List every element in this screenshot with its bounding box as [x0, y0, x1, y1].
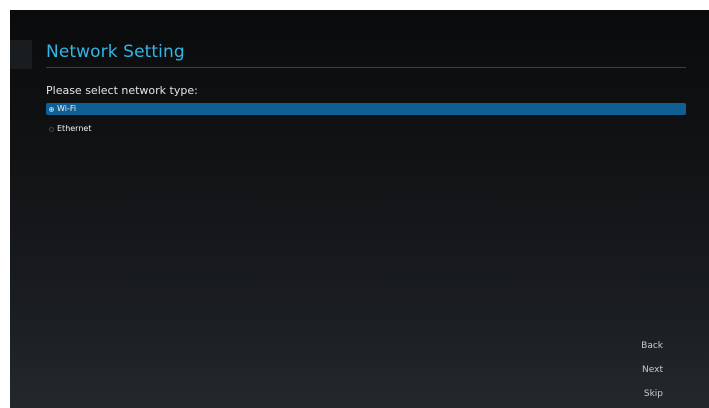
- side-tab-strip: [10, 40, 32, 69]
- page-title: Network Setting: [46, 42, 185, 62]
- next-button[interactable]: Next: [642, 364, 663, 376]
- title-divider: [46, 67, 686, 68]
- radio-unselected-icon[interactable]: [49, 126, 54, 132]
- skip-button[interactable]: Skip: [644, 388, 663, 400]
- option-wifi[interactable]: Wi-Fi: [46, 103, 686, 115]
- radio-selected-icon[interactable]: [49, 106, 54, 112]
- network-type-prompt: Please select network type:: [46, 84, 198, 97]
- option-ethernet[interactable]: Ethernet: [46, 123, 686, 135]
- back-button[interactable]: Back: [641, 340, 663, 352]
- option-ethernet-label: Ethernet: [57, 124, 92, 133]
- option-wifi-label: Wi-Fi: [57, 104, 77, 113]
- setup-screen: Network Setting Please select network ty…: [10, 10, 709, 408]
